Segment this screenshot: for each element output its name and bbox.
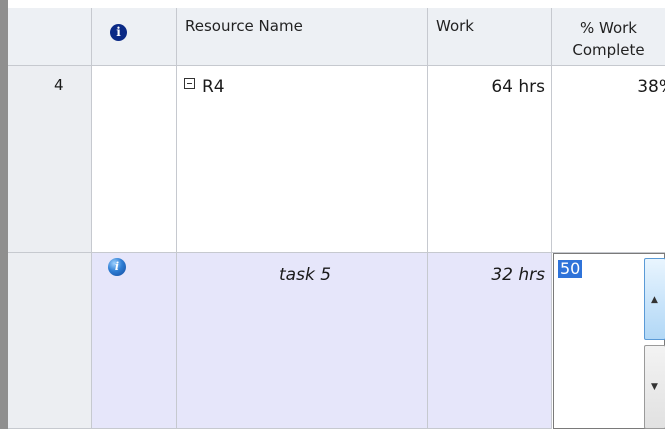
header-indicators[interactable]: i [92,8,177,66]
task-work-cell[interactable]: 32 hrs [428,253,552,429]
top-margin [8,0,665,8]
task-work-value: 32 hrs [491,265,545,285]
header-resource-name[interactable]: Resource Name [177,8,428,66]
spin-down-button[interactable]: ▼ [644,345,665,429]
row-number-task[interactable] [8,253,92,429]
row4-pct-complete-cell[interactable]: 38% [552,66,665,253]
header-pct-work-label: % Work Complete [572,19,645,59]
pct-complete-value: 38% [637,77,665,97]
row-number-4[interactable]: 4 [8,66,92,253]
pct-complete-spin-editor[interactable]: 50 ▲ ▼ [553,253,665,429]
resource-name: R4 [202,77,225,97]
header-work-label: Work [436,17,474,35]
row4-resource-name-cell[interactable]: R4 [177,66,428,253]
work-value: 64 hrs [491,77,545,97]
arrow-up-icon: ▲ [651,295,658,305]
row4-work-cell[interactable]: 64 hrs [428,66,552,253]
task-name-cell[interactable]: task 5 [177,253,428,429]
pct-complete-input[interactable]: 50 [558,260,583,278]
header-work[interactable]: Work [428,8,552,66]
task-info-icon[interactable]: i [108,258,126,276]
row-id: 4 [54,76,64,94]
row4-indicator-cell[interactable] [92,66,177,253]
info-icon: i [110,24,127,41]
header-select-all[interactable] [8,8,92,66]
left-frame-border [0,0,8,429]
task-indicator-cell[interactable]: i [92,253,177,429]
collapse-minus-icon[interactable] [184,78,195,89]
header-pct-work-complete[interactable]: % Work Complete [552,8,665,66]
arrow-down-icon: ▼ [651,382,658,392]
header-resource-name-label: Resource Name [185,17,303,35]
spin-up-button[interactable]: ▲ [644,258,665,340]
task-name: task 5 [279,265,332,285]
